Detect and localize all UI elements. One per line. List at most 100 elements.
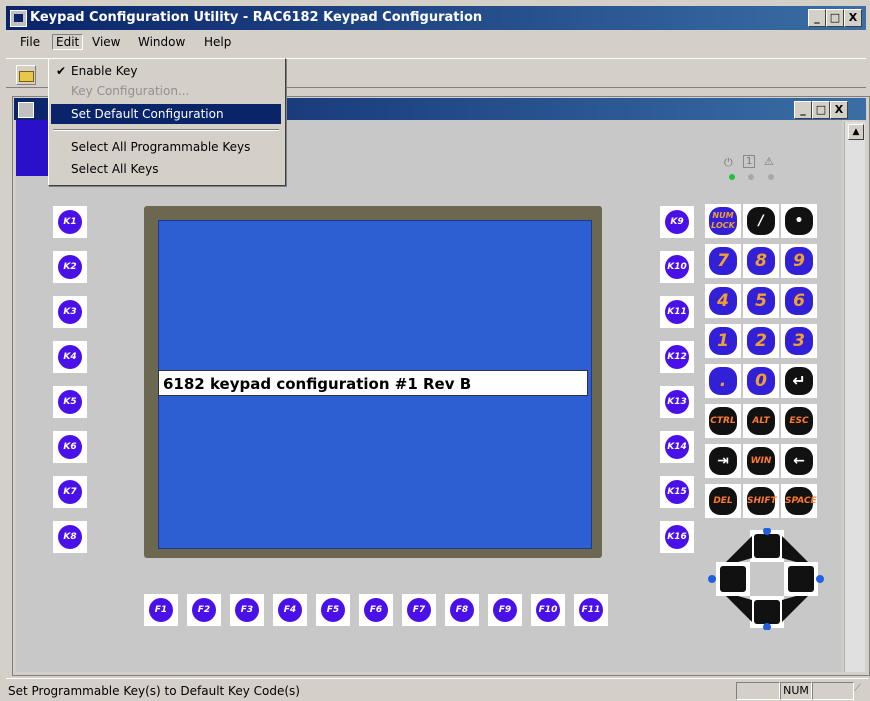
numpad-key-1-2[interactable]: 9: [781, 244, 817, 278]
key-k12[interactable]: K12: [660, 341, 694, 373]
resize-grip-icon[interactable]: ⟋: [854, 683, 861, 694]
dpad-down-left-icon: [726, 596, 752, 622]
key-k9[interactable]: K9: [660, 206, 694, 238]
key-k4[interactable]: K4: [53, 341, 87, 373]
dpad-up-left-icon: [726, 536, 752, 562]
menu-item-select-all-keys[interactable]: Select All Keys: [51, 159, 281, 179]
vertical-scrollbar[interactable]: ▲: [844, 122, 865, 672]
key-k9-label: K9: [665, 210, 689, 234]
key-f9[interactable]: F9: [488, 594, 522, 626]
edit-menu-dropdown: ✔ Enable Key Key Configuration... Set De…: [48, 58, 286, 186]
numpad-key-5-2[interactable]: ESC: [781, 404, 817, 438]
numpad-key-7-0[interactable]: DEL: [705, 484, 741, 518]
key-k5[interactable]: K5: [53, 386, 87, 418]
number-one-icon: 1: [743, 155, 756, 168]
key-f7[interactable]: F7: [402, 594, 436, 626]
menu-edit[interactable]: Edit: [52, 34, 84, 50]
key-f3[interactable]: F3: [230, 594, 264, 626]
numpad-key-label: ←: [785, 447, 813, 475]
dpad-down-button: [754, 600, 780, 624]
menu-item-enable-key[interactable]: ✔ Enable Key: [51, 61, 281, 81]
numpad-key-3-0[interactable]: 1: [705, 324, 741, 358]
menu-item-key-configuration[interactable]: Key Configuration...: [51, 81, 281, 101]
numpad-key-4-0[interactable]: .: [705, 364, 741, 398]
menu-window[interactable]: Window: [138, 35, 185, 49]
key-k13[interactable]: K13: [660, 386, 694, 418]
numpad-key-6-2[interactable]: ←: [781, 444, 817, 478]
numpad-key-1-0[interactable]: 7: [705, 244, 741, 278]
key-k8[interactable]: K8: [53, 521, 87, 553]
child-minimize-button[interactable]: _: [794, 101, 812, 119]
menu-item-set-default-configuration[interactable]: Set Default Configuration: [51, 104, 281, 124]
numpad-key-label: SPACE: [785, 487, 817, 515]
maximize-button[interactable]: □: [826, 9, 844, 27]
key-k1[interactable]: K1: [53, 206, 87, 238]
menu-separator: [53, 129, 279, 131]
key-f1[interactable]: F1: [144, 594, 178, 626]
key-k7[interactable]: K7: [53, 476, 87, 508]
app-icon[interactable]: [10, 10, 27, 27]
key-k6[interactable]: K6: [53, 431, 87, 463]
numpad-key-3-1[interactable]: 2: [743, 324, 779, 358]
open-button[interactable]: [16, 65, 36, 85]
key-k10[interactable]: K10: [660, 251, 694, 283]
numpad-key-5-0[interactable]: CTRL: [705, 404, 741, 438]
numpad-key-label: 4: [709, 287, 737, 315]
key-k16[interactable]: K16: [660, 521, 694, 553]
menu-help[interactable]: Help: [204, 35, 231, 49]
scroll-up-icon[interactable]: ▲: [848, 124, 864, 140]
minimize-button[interactable]: _: [808, 9, 826, 27]
child-window-icon[interactable]: [18, 102, 34, 118]
numpad-key-label: 6: [785, 287, 813, 315]
key-k14[interactable]: K14: [660, 431, 694, 463]
key-f8-label: F8: [450, 598, 474, 622]
key-f6[interactable]: F6: [359, 594, 393, 626]
menu-view[interactable]: View: [92, 35, 120, 49]
numpad-key-5-1[interactable]: ALT: [743, 404, 779, 438]
key-f11[interactable]: F11: [574, 594, 608, 626]
warning-icon: ⚠: [764, 155, 774, 168]
dpad-right-button: [788, 566, 814, 592]
numpad-key-7-1[interactable]: SHIFT: [743, 484, 779, 518]
key-k16-label: K16: [665, 525, 689, 549]
numpad-key-4-1[interactable]: 0: [743, 364, 779, 398]
key-f5-label: F5: [321, 598, 345, 622]
dpad-left-button: [720, 566, 746, 592]
key-f6-label: F6: [364, 598, 388, 622]
key-f4[interactable]: F4: [273, 594, 307, 626]
child-maximize-button[interactable]: □: [812, 101, 830, 119]
numpad-key-4-2[interactable]: ↵: [781, 364, 817, 398]
menu-bar: File Edit View Window Help: [6, 32, 866, 54]
numpad-key-label: ↵: [785, 367, 813, 395]
key-k15[interactable]: K15: [660, 476, 694, 508]
numpad-key-7-2[interactable]: SPACE: [781, 484, 817, 518]
key-k3-label: K3: [58, 300, 82, 324]
numpad-key-label: 3: [785, 327, 813, 355]
child-close-button[interactable]: X: [830, 101, 848, 119]
close-button[interactable]: X: [844, 9, 862, 27]
key-k2[interactable]: K2: [53, 251, 87, 283]
numpad-key-1-1[interactable]: 8: [743, 244, 779, 278]
numpad-key-2-2[interactable]: 6: [781, 284, 817, 318]
menu-file[interactable]: File: [20, 35, 40, 49]
numpad-key-2-0[interactable]: 4: [705, 284, 741, 318]
key-f2[interactable]: F2: [187, 594, 221, 626]
numpad-key-0-2[interactable]: •: [781, 204, 817, 238]
numpad-key-6-0[interactable]: ⇥: [705, 444, 741, 478]
key-f5[interactable]: F5: [316, 594, 350, 626]
numpad-key-0-1[interactable]: /: [743, 204, 779, 238]
title-bar[interactable]: Keypad Configuration Utility - RAC6182 K…: [6, 6, 866, 30]
key-f8[interactable]: F8: [445, 594, 479, 626]
key-k3[interactable]: K3: [53, 296, 87, 328]
screen-label: 6182 keypad configuration #1 Rev B: [158, 370, 588, 396]
key-f1-label: F1: [149, 598, 173, 622]
key-f10[interactable]: F10: [531, 594, 565, 626]
numpad-key-3-2[interactable]: 3: [781, 324, 817, 358]
numpad-key-label: 0: [747, 367, 775, 395]
key-k11[interactable]: K11: [660, 296, 694, 328]
menu-item-select-all-programmable-keys[interactable]: Select All Programmable Keys: [51, 137, 281, 157]
numpad-key-0-0[interactable]: NUM LOCK: [705, 204, 741, 238]
numpad-key-2-1[interactable]: 5: [743, 284, 779, 318]
dpad-left-marker-icon: [708, 575, 716, 583]
numpad-key-6-1[interactable]: WIN: [743, 444, 779, 478]
